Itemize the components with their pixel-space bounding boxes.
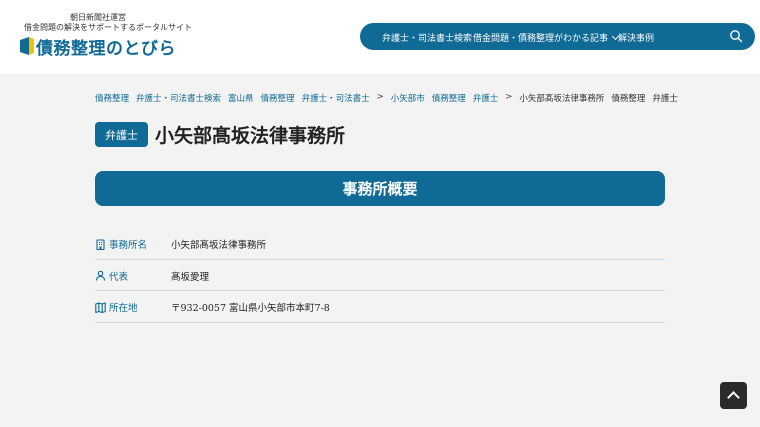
breadcrumb-separator: >: [505, 92, 513, 102]
info-label-text: 所在地: [109, 303, 138, 314]
search-icon[interactable]: [729, 29, 743, 43]
breadcrumb-current: 債務整理: [611, 94, 646, 104]
info-value: 髙坂愛理: [171, 271, 210, 283]
breadcrumb-separator: >: [376, 92, 384, 102]
section-heading: 事務所概要: [95, 171, 665, 206]
breadcrumb-item[interactable]: 債務整理: [261, 92, 295, 104]
info-row-office-name: 事務所名 小矢部髙坂法律事務所: [95, 228, 665, 260]
breadcrumb-item[interactable]: 弁護士・司法書士検索: [136, 92, 221, 104]
info-value: 小矢部髙坂法律事務所: [171, 240, 267, 251]
site-header: 朝日新聞社運営 借金問題の解決をサポートするポータルサイト 債務整理のとびら 弁…: [0, 0, 760, 74]
category-badge: 弁護士: [95, 122, 148, 147]
breadcrumb-current: 小矢部髙坂法律事務所: [519, 94, 605, 104]
info-label-text: 事務所名: [109, 240, 148, 251]
breadcrumb-item[interactable]: 弁護士: [473, 92, 499, 104]
nav-label: 弁護士・司法書士検索: [382, 34, 473, 44]
breadcrumb-item[interactable]: 小矢部市: [391, 92, 425, 104]
info-label: 事務所名: [95, 237, 147, 251]
nav-label: 借金問題・債務整理がわかる記事: [473, 34, 609, 44]
breadcrumb-item[interactable]: 債務整理: [432, 92, 466, 104]
map-icon: [95, 301, 106, 313]
building-icon: [96, 238, 105, 250]
person-icon: [95, 270, 106, 281]
site-logo[interactable]: 朝日新聞社運営 借金問題の解決をサポートするポータルサイト 債務整理のとびら: [18, 12, 192, 62]
office-info-table: 事務所名 小矢部髙坂法律事務所 代表 髙坂愛理 所在地 〒932-0057 富山…: [95, 228, 665, 323]
breadcrumb-current: 弁護士: [652, 94, 678, 104]
logo-tagline: 借金問題の解決をサポートするポータルサイト: [24, 23, 192, 32]
info-value: 〒932-0057 富山県小矢部市本町7-8: [171, 303, 330, 314]
scroll-to-top-button[interactable]: [720, 382, 747, 409]
info-row-representative: 代表 髙坂愛理: [95, 260, 665, 291]
info-label: 所在地: [95, 300, 138, 314]
page-title: 小矢部髙坂法律事務所: [155, 125, 346, 147]
nav-case-studies[interactable]: 解決事例: [618, 31, 654, 44]
breadcrumb-item[interactable]: 富山県: [228, 92, 254, 104]
chevron-up-icon: [727, 391, 740, 404]
breadcrumb-item[interactable]: 弁護士・司法書士: [302, 92, 370, 104]
breadcrumb-item[interactable]: 債務整理: [95, 92, 129, 104]
door-logo-icon: [20, 37, 34, 55]
nav-articles[interactable]: 借金問題・債務整理がわかる記事: [473, 31, 620, 44]
nav-label: 解決事例: [618, 34, 655, 44]
nav-lawyer-search[interactable]: 弁護士・司法書士検索: [382, 31, 472, 44]
info-label: 代表: [95, 269, 128, 283]
info-label-text: 代表: [109, 271, 129, 283]
info-row-address: 所在地 〒932-0057 富山県小矢部市本町7-8: [95, 291, 665, 323]
logo-title: 債務整理のとびら: [36, 39, 176, 59]
breadcrumb: 債務整理 弁護士・司法書士検索 富山県 債務整理 弁護士・司法書士 > 小矢部市…: [95, 92, 685, 104]
global-nav: 弁護士・司法書士検索 借金問題・債務整理がわかる記事 解決事例: [360, 23, 755, 50]
